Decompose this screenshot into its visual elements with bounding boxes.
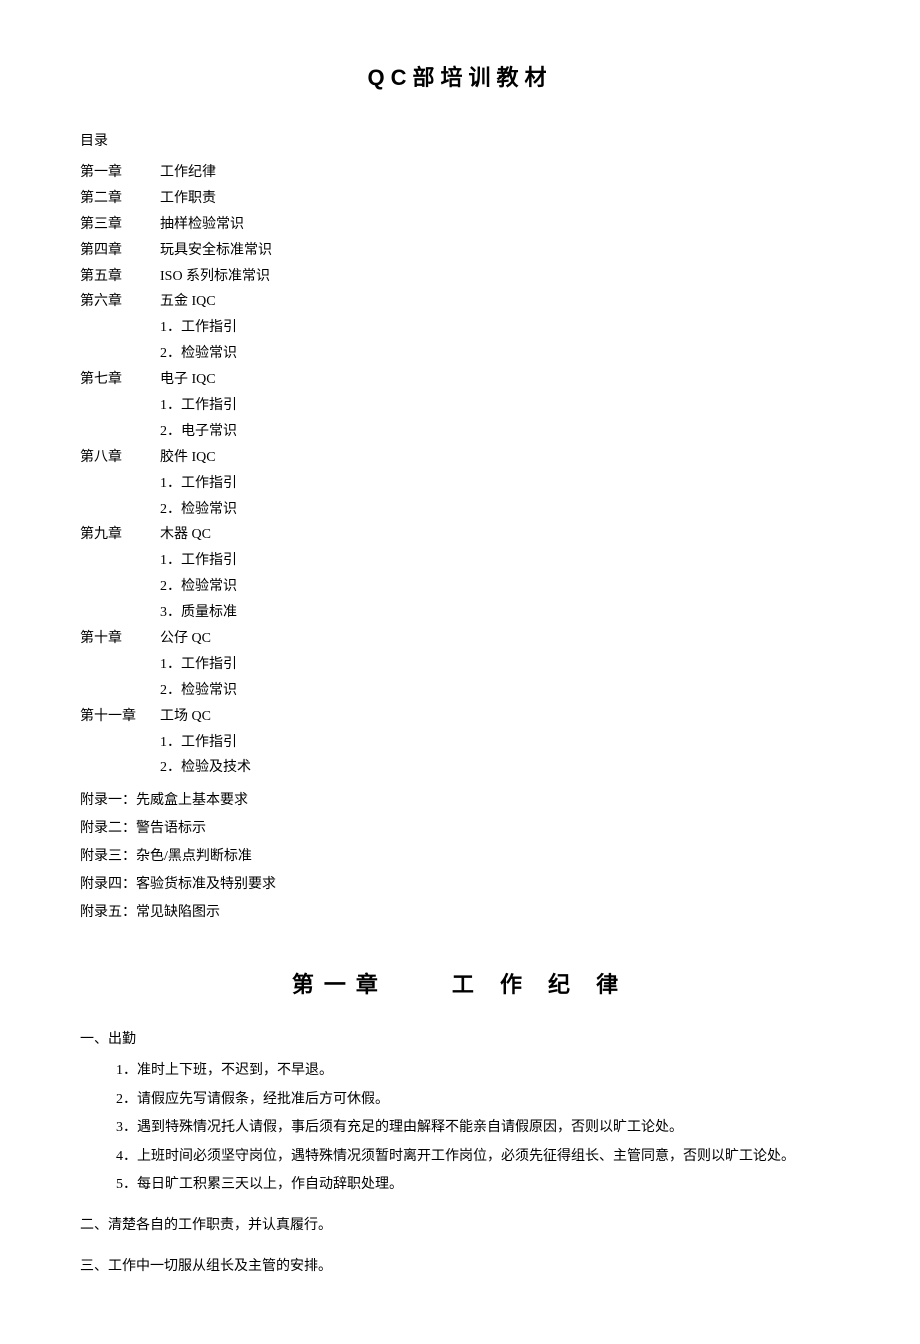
toc-sub-11-2: 2．检验及技术 — [80, 755, 840, 781]
list-item-3-text: 3．遇到特殊情况托人请假，事后须有充足的理由解释不能亲自请假原因，否则以旷工论处… — [116, 1120, 683, 1135]
toc-appendices: 附录一：先威盒上基本要求 附录二：警告语标示 附录三：杂色/黑点判断标准 附录四… — [80, 787, 840, 927]
page: QC部培训教材 目录 第一章 工作纪律 第二章 工作职责 第三章 抽样检验常识 … — [0, 0, 920, 1344]
toc-chapter-5: 第五章 — [80, 264, 160, 290]
toc-content-11: 工场 QC — [160, 704, 211, 730]
toc-sub-10-2: 2．检验常识 — [80, 678, 840, 704]
toc-content-4: 玩具安全标准常识 — [160, 238, 272, 264]
toc-sub-10-1: 1．工作指引 — [80, 652, 840, 678]
toc-row-5: 第五章 ISO 系列标准常识 — [80, 264, 840, 290]
list-item-1-text: 1．准时上下班，不迟到，不早退。 — [116, 1063, 333, 1078]
toc-content-2: 工作职责 — [160, 186, 216, 212]
list-item-1: 1．准时上下班，不迟到，不早退。 — [116, 1058, 840, 1085]
toc-content-8: 胶件 IQC — [160, 445, 216, 471]
toc-sub-7-1: 1．工作指引 — [80, 393, 840, 419]
appendix-2: 附录二：警告语标示 — [80, 815, 840, 843]
toc-sub-9-3: 3．质量标准 — [80, 600, 840, 626]
list-item-2: 2．请假应先写请假条，经批准后方可休假。 — [116, 1087, 840, 1114]
toc-chapter-11: 第十一章 — [80, 704, 160, 730]
toc-content-10: 公仔 QC — [160, 626, 211, 652]
toc-sub-8-2: 2．检验常识 — [80, 497, 840, 523]
toc-content-6: 五金 IQC — [160, 289, 216, 315]
toc-chapter-3: 第三章 — [80, 212, 160, 238]
toc-row-11: 第十一章 工场 QC — [80, 704, 840, 730]
list-item-4: 4．上班时间必须坚守岗位，遇特殊情况须暂时离开工作岗位，必须先征得组长、主管同意… — [116, 1144, 840, 1171]
toc-chapter-10: 第十章 — [80, 626, 160, 652]
toc-chapter-4: 第四章 — [80, 238, 160, 264]
list-item-5: 5．每日旷工积累三天以上，作自动辞职处理。 — [116, 1172, 840, 1199]
toc-sub-7-2: 2．电子常识 — [80, 419, 840, 445]
toc-sub-11-1: 1．工作指引 — [80, 730, 840, 756]
toc-row-9: 第九章 木器 QC — [80, 522, 840, 548]
toc-row-8: 第八章 胶件 IQC — [80, 445, 840, 471]
toc-sub-6-2: 2．检验常识 — [80, 341, 840, 367]
appendix-5: 附录五：常见缺陷图示 — [80, 899, 840, 927]
toc-row-7: 第七章 电子 IQC — [80, 367, 840, 393]
toc-content-5: ISO 系列标准常识 — [160, 264, 270, 290]
toc-content-9: 木器 QC — [160, 522, 211, 548]
list-item-4-text: 4．上班时间必须坚守岗位，遇特殊情况须暂时离开工作岗位，必须先征得组长、主管同意… — [116, 1149, 795, 1164]
chapter1-content: 一、出勤 1．准时上下班，不迟到，不早退。 2．请假应先写请假条，经批准后方可休… — [80, 1027, 840, 1280]
toc-content-1: 工作纪律 — [160, 160, 216, 186]
toc-content-7: 电子 IQC — [160, 367, 216, 393]
section1-title: 一、出勤 — [80, 1027, 840, 1054]
toc-chapter-8: 第八章 — [80, 445, 160, 471]
toc-row-10: 第十章 公仔 QC — [80, 626, 840, 652]
toc-sub-9-1: 1．工作指引 — [80, 548, 840, 574]
toc-chapter-7: 第七章 — [80, 367, 160, 393]
toc-row-6: 第六章 五金 IQC — [80, 289, 840, 315]
toc-label: 目录 — [80, 128, 840, 156]
section1-list: 1．准时上下班，不迟到，不早退。 2．请假应先写请假条，经批准后方可休假。 3．… — [80, 1058, 840, 1199]
toc-sub-8-1: 1．工作指引 — [80, 471, 840, 497]
toc-row-2: 第二章 工作职责 — [80, 186, 840, 212]
toc-row-1: 第一章 工作纪律 — [80, 160, 840, 186]
toc-section: 目录 第一章 工作纪律 第二章 工作职责 第三章 抽样检验常识 第四章 玩具安全… — [80, 128, 840, 927]
appendix-1: 附录一：先威盒上基本要求 — [80, 787, 840, 815]
toc-chapter-6: 第六章 — [80, 289, 160, 315]
main-title: QC部培训教材 — [80, 60, 840, 92]
toc-row-3: 第三章 抽样检验常识 — [80, 212, 840, 238]
list-item-2-text: 2．请假应先写请假条，经批准后方可休假。 — [116, 1092, 389, 1107]
toc-sub-9-2: 2．检验常识 — [80, 574, 840, 600]
section3-title: 三、工作中一切服从组长及主管的安排。 — [80, 1254, 840, 1281]
toc-sub-6-1: 1．工作指引 — [80, 315, 840, 341]
toc-row-4: 第四章 玩具安全标准常识 — [80, 238, 840, 264]
chapter1-title: 第一章 工 作 纪 律 — [80, 967, 840, 999]
list-item-3: 3．遇到特殊情况托人请假，事后须有充足的理由解释不能亲自请假原因，否则以旷工论处… — [116, 1115, 840, 1142]
toc-chapter-9: 第九章 — [80, 522, 160, 548]
section2-title: 二、清楚各自的工作职责，并认真履行。 — [80, 1213, 840, 1240]
toc-content-3: 抽样检验常识 — [160, 212, 244, 238]
toc-chapter-1: 第一章 — [80, 160, 160, 186]
list-item-5-text: 5．每日旷工积累三天以上，作自动辞职处理。 — [116, 1177, 403, 1192]
toc-chapter-2: 第二章 — [80, 186, 160, 212]
appendix-4: 附录四：客验货标准及特别要求 — [80, 871, 840, 899]
appendix-3: 附录三：杂色/黑点判断标准 — [80, 843, 840, 871]
